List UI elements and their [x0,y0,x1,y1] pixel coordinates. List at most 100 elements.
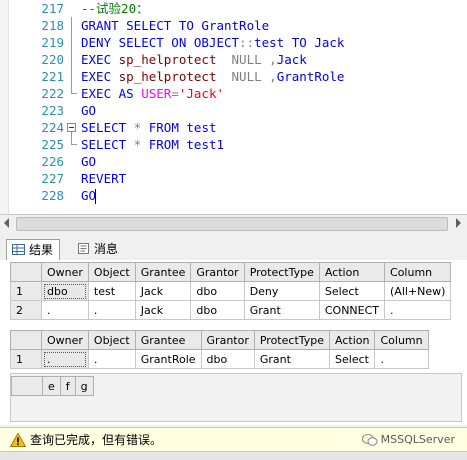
code-text: SELECT * FROM test [81,119,217,136]
horizontal-scrollbar[interactable] [0,214,467,232]
scroll-right-icon[interactable] [456,218,461,228]
column-header[interactable]: Owner [41,330,89,350]
code-token: DENY SELECT ON OBJECT [81,35,240,50]
table-cell[interactable]: . [41,300,89,320]
code-token: 'Jack' [178,86,225,101]
tab-messages[interactable]: 消息 [72,239,124,259]
grid-icon [12,244,25,255]
table-cell[interactable]: Jack [134,281,192,301]
table-cell[interactable]: GrantRole [134,349,202,369]
table-row[interactable]: 1 dbo test Jack dbo Deny Select (All+New) [10,281,452,301]
table-cell[interactable]: Deny [243,281,320,301]
scrollbar-thumb[interactable] [16,217,448,231]
table-cell[interactable]: Select [329,349,376,369]
code-token: USER [141,86,172,101]
line-number: 223 [41,103,64,118]
table-cell[interactable]: dbo [190,281,245,301]
code-text: EXEC sp_helprotect NULL ,Jack [81,51,307,68]
column-header[interactable]: Column [374,330,429,350]
column-header[interactable]: e [42,376,61,396]
code-token: NULL [231,52,270,67]
code-line[interactable]: 217 --试验20： [0,0,467,17]
column-header[interactable]: Action [318,262,386,282]
code-token: GrantRole [201,18,270,33]
line-number: 222 [41,86,64,101]
column-header[interactable]: g [74,376,94,396]
column-header[interactable]: Object [87,330,136,350]
column-header[interactable]: Grantee [134,262,192,282]
result-grid-2[interactable]: Owner Object Grantee Grantor ProtectType Acti… [10,330,429,369]
grid-corner[interactable] [10,262,42,282]
result-grid-3-area: efg [10,373,462,422]
code-token: EXEC AS [81,86,142,101]
code-token: sp_helprotect [118,69,232,84]
code-text: DENY SELECT ON OBJECT::test TO Jack [81,34,344,51]
code-token: SELECT [81,137,134,152]
row-number[interactable]: 1 [10,281,42,301]
column-header[interactable]: Grantor [200,330,255,350]
code-token: --试验20： [81,1,149,16]
column-header[interactable]: Object [87,262,136,282]
line-number: 217 [41,1,64,16]
table-cell[interactable]: Select [318,281,386,301]
column-header[interactable]: ProtectType [253,330,331,350]
table-row[interactable]: 2.. Jack dbo Grant CONNECT. [10,300,452,320]
column-header[interactable]: f [59,376,76,396]
collapse-icon[interactable] [67,123,76,132]
result-grid-1[interactable]: Owner Object Grantee Grantor ProtectType Acti… [10,262,452,320]
table-cell[interactable]: (All+New) [384,281,452,301]
table-cell[interactable]: . [87,300,136,320]
code-token: GO [81,188,97,203]
table-cell[interactable]: dbo [41,281,89,301]
code-token: REVERT [81,171,127,186]
fold-end-marker [71,93,77,94]
code-line[interactable]: 226 GO [0,153,467,170]
results-pane: Owner Object Grantee Grantor ProtectType Acti… [0,260,467,425]
code-token: SELECT [81,120,134,135]
line-number: 220 [41,52,64,67]
text-cursor [95,189,96,204]
column-header[interactable]: Grantor [190,262,245,282]
table-cell[interactable]: Grant [253,349,331,369]
table-cell[interactable]: . [384,300,452,320]
column-header[interactable]: Owner [41,262,89,282]
message-icon [78,243,89,254]
table-cell[interactable]: CONNECT [318,300,386,320]
scroll-left-icon[interactable] [4,218,9,228]
line-number: 227 [41,171,64,186]
code-token: Jack [314,35,345,50]
row-number[interactable]: 2 [10,300,42,320]
code-text: SELECT * FROM test1 [81,136,224,153]
code-line[interactable]: 223 GO [0,102,467,119]
tab-results[interactable]: 结果 [6,239,61,261]
code-text: GO [81,153,96,170]
table-row[interactable]: 1.. GrantRole dbo Grant Select. [10,349,429,369]
table-cell[interactable]: . [374,349,429,369]
table-cell[interactable]: . [41,349,89,369]
code-token: GO [81,154,97,169]
table-cell[interactable]: test [87,281,136,301]
query-editor[interactable]: 217 --试验20： 218 GRANT SELECT TO GrantRole 21… [0,0,467,214]
grid-corner[interactable] [10,330,42,350]
column-header[interactable]: Action [329,330,376,350]
table-cell[interactable]: Grant [243,300,320,320]
result-grid-3[interactable]: efg [11,376,94,396]
code-token: EXEC [81,69,119,84]
column-header[interactable]: ProtectType [243,262,320,282]
column-header[interactable]: Column [384,262,452,282]
code-line[interactable]: 227 REVERT [0,170,467,187]
code-text: --试验20： [81,0,149,17]
table-cell[interactable]: Jack [134,300,192,320]
code-text: GO [81,102,96,119]
table-cell[interactable]: dbo [200,349,255,369]
code-line[interactable]: 228 GO [0,187,467,204]
fold-guide [71,132,72,144]
column-header[interactable]: Grantee [134,330,202,350]
table-cell[interactable]: . [87,349,136,369]
grid-corner[interactable] [11,376,43,396]
code-token: GO [81,103,97,118]
line-number: 219 [41,35,64,50]
status-bar: 查询已完成，但有错误。 MSSQLServer [0,427,467,452]
table-cell[interactable]: dbo [190,300,245,320]
row-number[interactable]: 1 [10,349,42,369]
